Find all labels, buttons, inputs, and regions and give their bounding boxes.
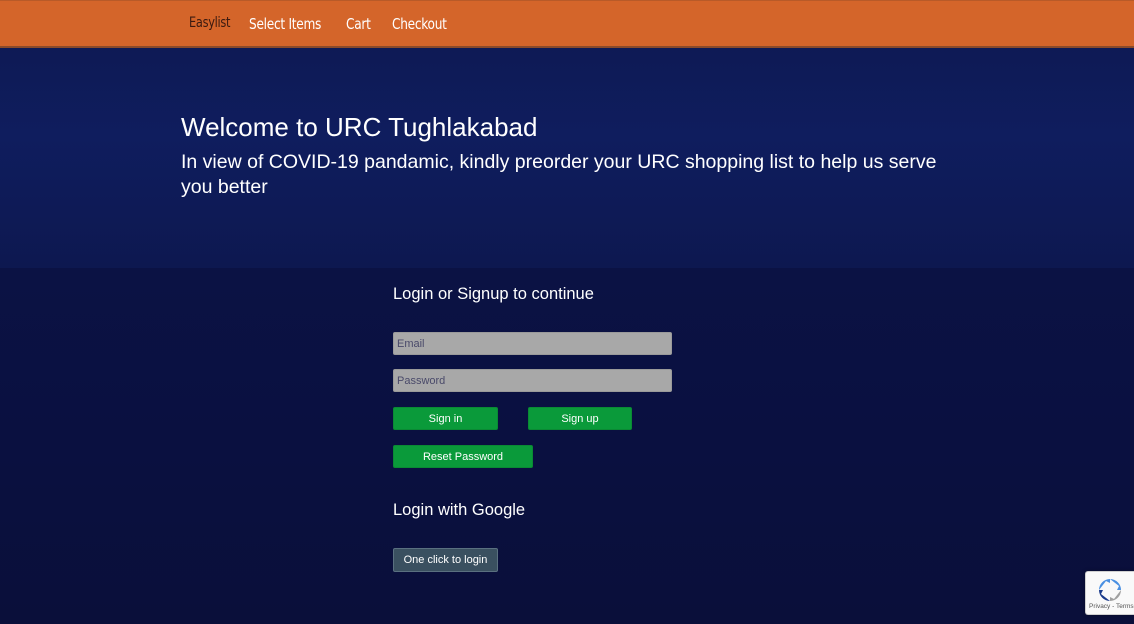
sign-in-button[interactable]: Sign in xyxy=(393,407,498,430)
password-field[interactable] xyxy=(393,369,672,392)
nav-brand-link[interactable]: Easylist xyxy=(189,15,230,31)
top-navbar: Easylist Select Items Cart Checkout xyxy=(0,0,1134,48)
sign-up-button[interactable]: Sign up xyxy=(528,407,632,430)
login-section: Login or Signup to continue Sign in Sign… xyxy=(0,268,1134,624)
nav-link-select-items[interactable]: Select Items xyxy=(249,15,321,33)
recaptcha-icon xyxy=(1099,579,1121,601)
recaptcha-badge[interactable]: Privacy - Terms xyxy=(1085,571,1134,615)
google-login-heading: Login with Google xyxy=(393,501,526,519)
recaptcha-links[interactable]: Privacy - Terms xyxy=(1089,603,1134,610)
nav-link-cart[interactable]: Cart xyxy=(346,15,371,33)
hero-section: Welcome to URC Tughlakabad In view of CO… xyxy=(0,48,1134,268)
email-field[interactable] xyxy=(393,332,672,355)
reset-password-button[interactable]: Reset Password xyxy=(393,445,533,468)
login-heading: Login or Signup to continue xyxy=(393,285,594,303)
page-subtitle: In view of COVID-19 pandamic, kindly pre… xyxy=(181,151,937,198)
nav-link-checkout[interactable]: Checkout xyxy=(392,15,447,33)
page-title: Welcome to URC Tughlakabad xyxy=(181,112,538,142)
google-login-button[interactable]: One click to login xyxy=(393,548,498,572)
